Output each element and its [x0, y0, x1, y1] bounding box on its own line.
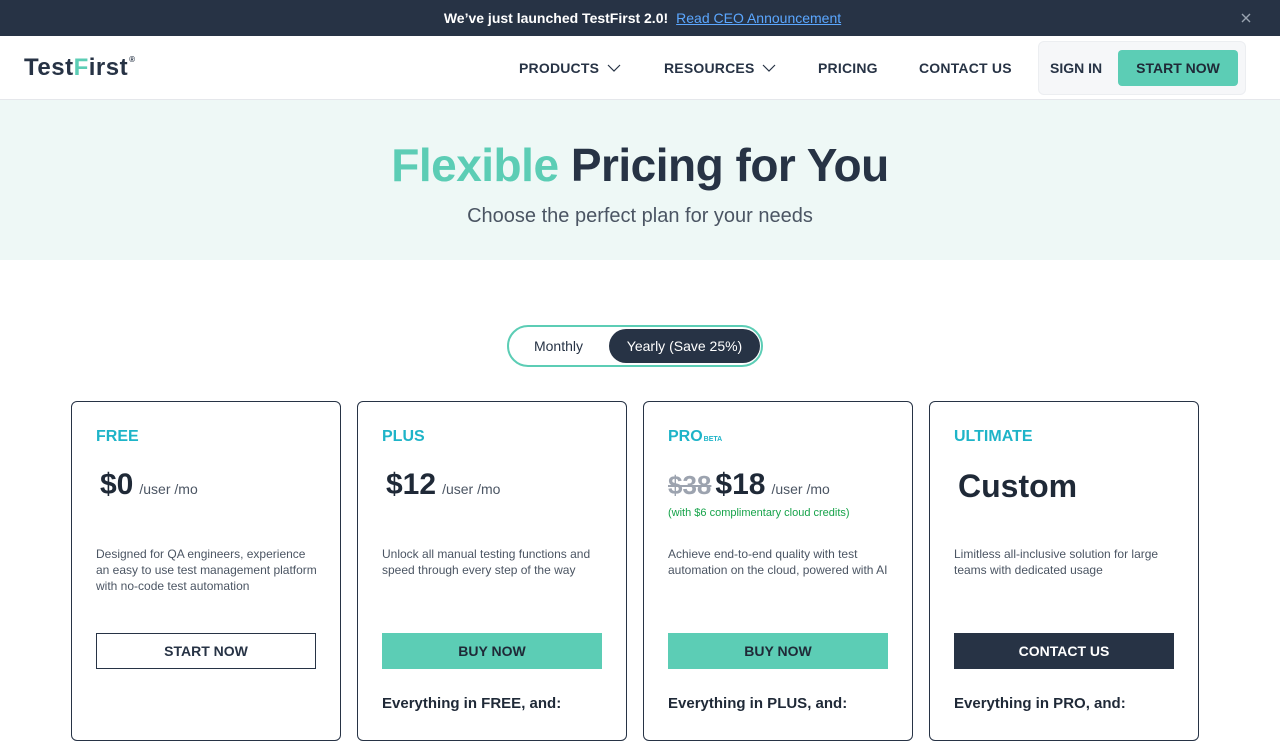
plan-card-free: FREE $0 /user /mo Designed for QA engine… — [71, 401, 341, 741]
start-now-button[interactable]: START NOW — [1118, 50, 1238, 86]
plan-name: PLUS — [382, 428, 425, 445]
plan-name: PROBETA — [668, 428, 722, 446]
top-nav: Test F irst ® PRODUCTS RESOURCES PRICING… — [0, 36, 1280, 100]
testfirst-logo[interactable]: Test F irst ® — [24, 54, 136, 82]
ceo-announcement-link[interactable]: Read CEO Announcement — [676, 10, 841, 26]
plan-card-ultimate: ULTIMATE Custom Limitless all-inclusive … — [929, 401, 1199, 741]
announcement-text: We’ve just launched TestFirst 2.0! — [443, 10, 669, 26]
beta-badge: BETA — [703, 436, 723, 443]
plan-price: $12 /user /mo — [386, 468, 500, 502]
price-unit: /user /mo — [442, 481, 501, 497]
cloud-credit-note: (with $6 complimentary cloud credits) — [668, 507, 850, 519]
ultimate-contact-us-button[interactable]: CONTACT US — [954, 633, 1174, 669]
nav-resources[interactable]: RESOURCES — [664, 60, 776, 76]
price-amount: $0 — [100, 468, 134, 501]
plan-name-text: PRO — [668, 428, 703, 445]
plan-includes-heading: Everything in PLUS, and: — [668, 695, 848, 712]
page-title-rest: Pricing for You — [570, 139, 889, 191]
plan-includes-heading: Everything in PRO, and: — [954, 695, 1126, 712]
nav-products-label: PRODUCTS — [519, 60, 600, 76]
billing-period-toggle[interactable]: Monthly Yearly (Save 25%) — [507, 325, 763, 367]
free-start-now-button[interactable]: START NOW — [96, 633, 316, 669]
plan-price: $38 $18 /user /mo — [668, 468, 830, 502]
nav-products[interactable]: PRODUCTS — [519, 60, 621, 76]
page-subtitle: Choose the perfect plan for your needs — [467, 205, 813, 227]
billing-monthly-option[interactable]: Monthly — [509, 327, 608, 365]
price-amount: $12 — [386, 468, 437, 501]
close-icon[interactable] — [1238, 10, 1254, 26]
price-custom: Custom — [958, 468, 1078, 504]
plus-buy-now-button[interactable]: BUY NOW — [382, 633, 602, 669]
price-unit: /user /mo — [771, 481, 830, 497]
page-title: Flexible Pricing for You — [0, 138, 1280, 192]
plan-name: ULTIMATE — [954, 428, 1033, 445]
pro-buy-now-button[interactable]: BUY NOW — [668, 633, 888, 669]
plan-includes-heading: Everything in FREE, and: — [382, 695, 562, 712]
plan-description: Achieve end-to-end quality with test aut… — [668, 547, 888, 577]
original-price: $38 — [668, 470, 712, 500]
plan-price: $0 /user /mo — [100, 468, 198, 502]
plan-description: Unlock all manual testing functions and … — [382, 547, 591, 577]
billing-yearly-option[interactable]: Yearly (Save 25%) — [609, 329, 760, 363]
price-unit: /user /mo — [139, 481, 198, 497]
page-title-accent: Flexible — [391, 139, 559, 191]
sign-in-link[interactable]: SIGN IN — [1050, 60, 1102, 76]
nav-pricing[interactable]: PRICING — [818, 60, 878, 76]
logo-registered-mark: ® — [129, 55, 136, 64]
chevron-down-icon — [607, 64, 621, 72]
plan-description: Limitless all-inclusive solution for lar… — [954, 547, 1159, 577]
plan-card-plus: PLUS $12 /user /mo Unlock all manual tes… — [357, 401, 627, 741]
plan-name: FREE — [96, 428, 139, 445]
nav-contact-us[interactable]: CONTACT US — [919, 60, 1012, 76]
logo-f-glyph: F — [73, 54, 89, 81]
price-amount: $18 — [715, 468, 766, 501]
plan-card-pro: PROBETA $38 $18 /user /mo (with $6 compl… — [643, 401, 913, 741]
plan-description: Designed for QA engineers, experience an… — [96, 547, 317, 593]
announcement-bar: We’ve just launched TestFirst 2.0! Read … — [0, 0, 1280, 36]
logo-text-test: Test — [24, 54, 74, 81]
nav-resources-label: RESOURCES — [664, 60, 755, 76]
chevron-down-icon — [763, 64, 776, 72]
logo-text-irst: irst — [88, 54, 129, 81]
auth-actions: SIGN IN START NOW — [1038, 41, 1246, 95]
pricing-hero: Flexible Pricing for You Choose the perf… — [0, 100, 1280, 260]
